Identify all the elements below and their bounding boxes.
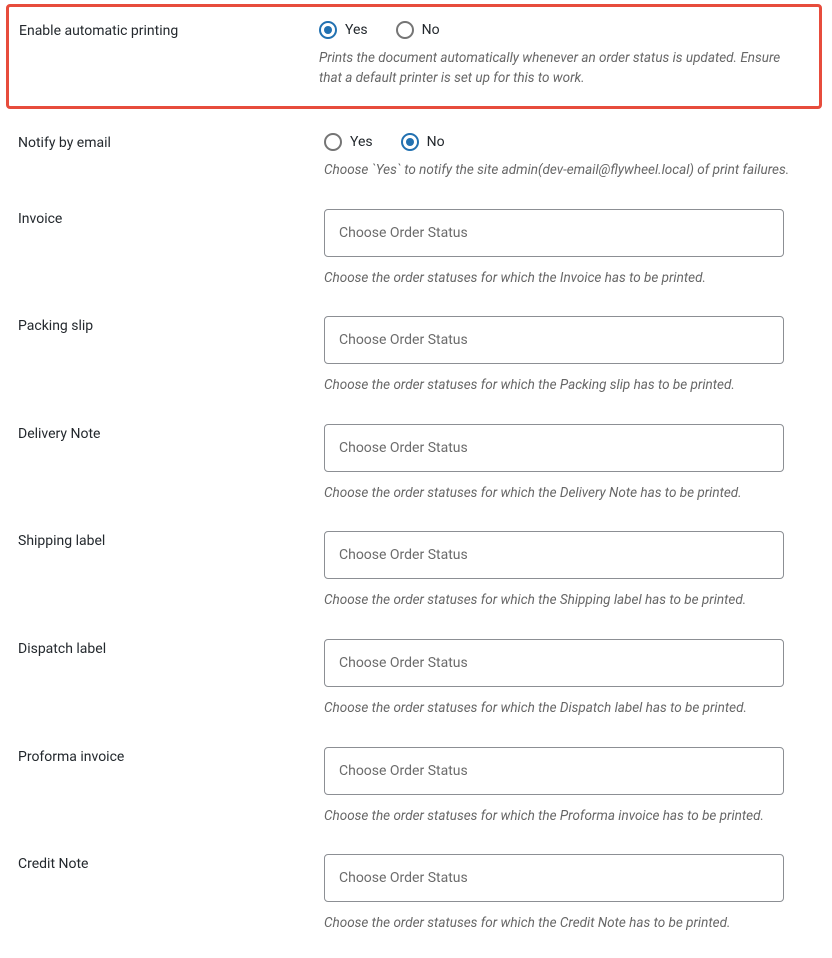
notify-email-help: Choose `Yes` to notify the site admin(de… xyxy=(324,161,812,181)
select-placeholder: Choose Order Status xyxy=(339,440,468,456)
radio-checked-icon xyxy=(319,21,337,39)
dispatch-label-label: Dispatch label xyxy=(18,639,324,719)
delivery-note-order-status-select[interactable]: Choose Order Status xyxy=(324,424,784,472)
notify-email-no-radio[interactable]: No xyxy=(401,133,445,151)
radio-unchecked-icon xyxy=(324,133,342,151)
enable-auto-printing-help: Prints the document automatically whenev… xyxy=(319,49,803,88)
radio-label: Yes xyxy=(345,22,368,38)
dispatch-label-help: Choose the order statuses for which the … xyxy=(324,699,812,719)
invoice-help: Choose the order statuses for which the … xyxy=(324,269,812,289)
enable-auto-printing-no-radio[interactable]: No xyxy=(396,21,440,39)
enable-auto-printing-yes-radio[interactable]: Yes xyxy=(319,21,368,39)
packing-slip-order-status-select[interactable]: Choose Order Status xyxy=(324,316,784,364)
packing-slip-help: Choose the order statuses for which the … xyxy=(324,376,812,396)
shipping-label-order-status-select[interactable]: Choose Order Status xyxy=(324,531,784,579)
credit-note-order-status-select[interactable]: Choose Order Status xyxy=(324,854,784,902)
select-placeholder: Choose Order Status xyxy=(339,332,468,348)
invoice-label: Invoice xyxy=(18,209,324,289)
radio-label: Yes xyxy=(350,134,373,150)
select-placeholder: Choose Order Status xyxy=(339,655,468,671)
select-placeholder: Choose Order Status xyxy=(339,225,468,241)
radio-label: No xyxy=(422,22,440,38)
shipping-label-label: Shipping label xyxy=(18,531,324,611)
credit-note-label: Credit Note xyxy=(18,854,324,934)
highlighted-setting: Enable automatic printing Yes No Prints … xyxy=(6,4,822,109)
radio-checked-icon xyxy=(401,133,419,151)
delivery-note-help: Choose the order statuses for which the … xyxy=(324,484,812,504)
dispatch-label-order-status-select[interactable]: Choose Order Status xyxy=(324,639,784,687)
radio-label: No xyxy=(427,134,445,150)
notify-email-label: Notify by email xyxy=(18,133,324,181)
packing-slip-label: Packing slip xyxy=(18,316,324,396)
enable-auto-printing-label: Enable automatic printing xyxy=(19,21,319,88)
invoice-order-status-select[interactable]: Choose Order Status xyxy=(324,209,784,257)
credit-note-help: Choose the order statuses for which the … xyxy=(324,914,812,934)
delivery-note-label: Delivery Note xyxy=(18,424,324,504)
notify-email-yes-radio[interactable]: Yes xyxy=(324,133,373,151)
select-placeholder: Choose Order Status xyxy=(339,870,468,886)
proforma-invoice-order-status-select[interactable]: Choose Order Status xyxy=(324,747,784,795)
proforma-invoice-help: Choose the order statuses for which the … xyxy=(324,807,812,827)
radio-unchecked-icon xyxy=(396,21,414,39)
select-placeholder: Choose Order Status xyxy=(339,547,468,563)
select-placeholder: Choose Order Status xyxy=(339,763,468,779)
shipping-label-help: Choose the order statuses for which the … xyxy=(324,591,812,611)
proforma-invoice-label: Proforma invoice xyxy=(18,747,324,827)
